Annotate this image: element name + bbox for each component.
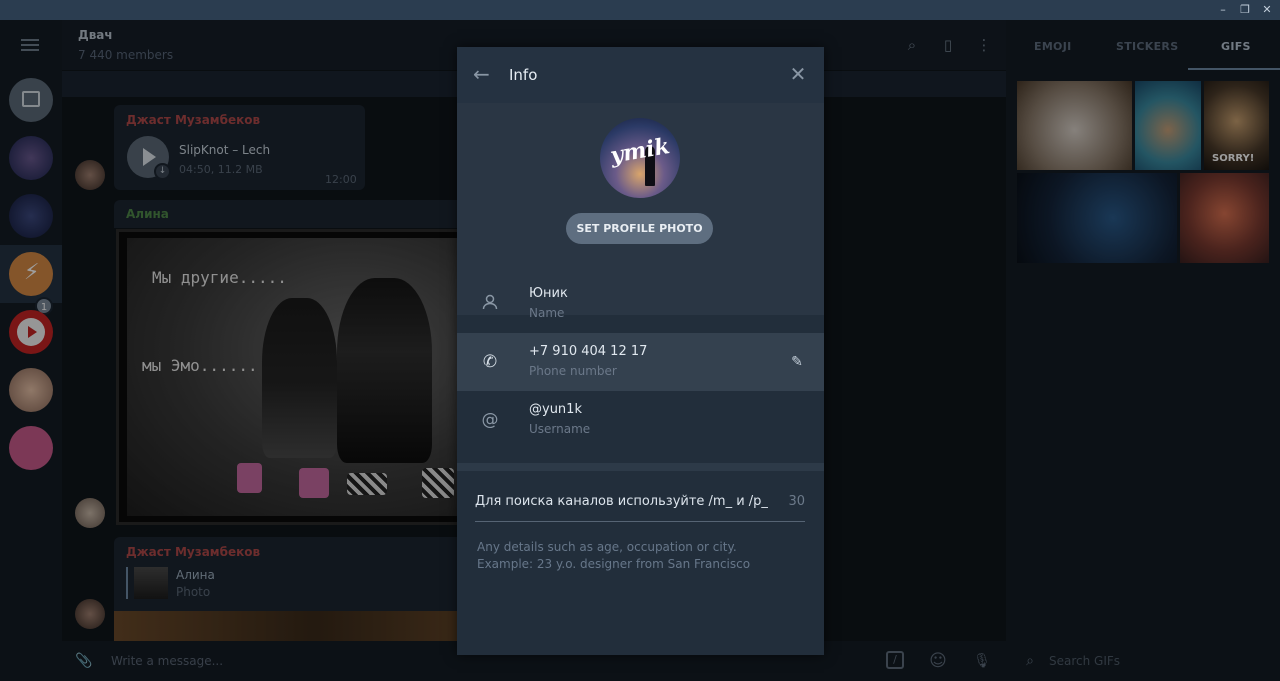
phone-label: Phone number bbox=[529, 364, 617, 378]
username-label: Username bbox=[529, 422, 591, 436]
edit-pencil-icon[interactable]: ✎ bbox=[786, 351, 808, 373]
bio-input[interactable]: Для поиска каналов используйте /m_ и /p_ bbox=[475, 494, 768, 509]
dialog-title: Info bbox=[509, 66, 538, 84]
username-row[interactable]: @ @yun1k Username bbox=[457, 391, 824, 449]
info-dialog: ← Info ✕ ymik SET PROFILE PHOTO Юник Nam… bbox=[457, 47, 824, 655]
avatar-logo-text: ymik bbox=[608, 133, 672, 169]
dialog-header: ← Info ✕ bbox=[457, 47, 824, 103]
name-value: Юник bbox=[529, 286, 568, 301]
restore-button[interactable]: ❐ bbox=[1237, 2, 1253, 18]
close-icon[interactable]: ✕ bbox=[787, 63, 809, 85]
set-profile-photo-button[interactable]: SET PROFILE PHOTO bbox=[566, 213, 713, 244]
name-label: Name bbox=[529, 306, 565, 320]
back-arrow-icon[interactable]: ← bbox=[473, 63, 495, 85]
phone-row[interactable]: ✆ +7 910 404 12 17 Phone number ✎ bbox=[457, 333, 824, 391]
bio-field[interactable]: Для поиска каналов используйте /m_ и /p_… bbox=[475, 494, 805, 522]
minimize-button[interactable]: – bbox=[1215, 2, 1231, 18]
bio-hint: Any details such as age, occupation or c… bbox=[477, 539, 750, 573]
telegram-app: – ❐ ✕ ⚡ 1 Двач 7 440 members ⌕ ▯ ⋮ Джаст… bbox=[0, 0, 1280, 681]
bio-hint-line: Any details such as age, occupation or c… bbox=[477, 540, 737, 554]
section-divider bbox=[457, 463, 824, 471]
phone-value: +7 910 404 12 17 bbox=[529, 344, 648, 359]
name-row[interactable]: Юник Name bbox=[457, 275, 824, 333]
at-icon: @ bbox=[481, 410, 499, 430]
bio-char-counter: 30 bbox=[788, 494, 805, 509]
username-value: @yun1k bbox=[529, 402, 582, 417]
title-bar: – ❐ ✕ bbox=[0, 0, 1280, 20]
profile-avatar[interactable]: ymik bbox=[600, 118, 680, 198]
phone-icon: ✆ bbox=[482, 352, 498, 372]
close-window-button[interactable]: ✕ bbox=[1259, 2, 1275, 18]
person-icon bbox=[479, 293, 501, 315]
bio-hint-line: Example: 23 y.o. designer from San Franc… bbox=[477, 557, 751, 571]
